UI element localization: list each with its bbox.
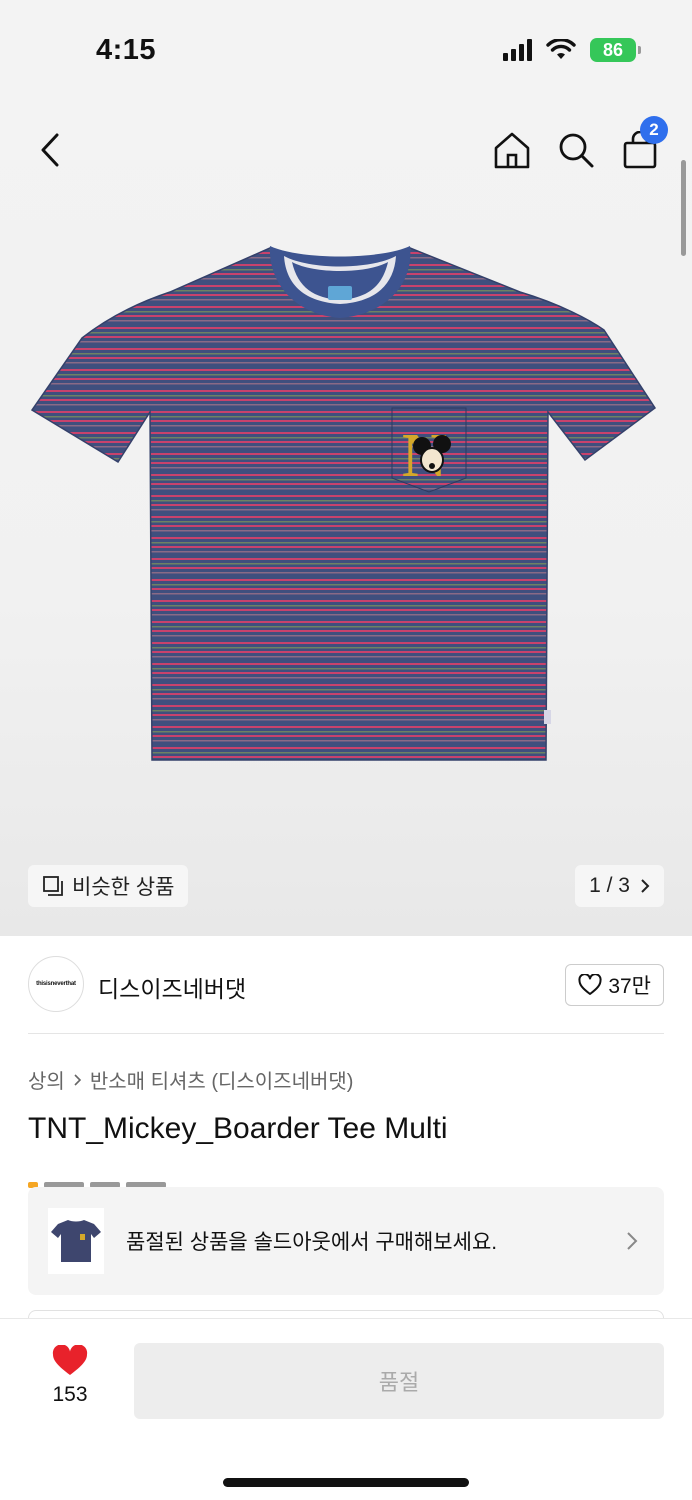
- status-time: 4:15: [96, 34, 157, 66]
- image-pager-button[interactable]: 1 / 3: [575, 865, 664, 907]
- chevron-right-icon: [627, 1232, 638, 1250]
- soldout-banner-text: 품절된 상품을 솔드아웃에서 구매해보세요.: [126, 1231, 498, 1254]
- breadcrumb: 상의 반소매 티셔츠 (디스이즈네버댓): [28, 1065, 353, 1094]
- wishlist-count: 153: [52, 1383, 88, 1406]
- signal-icon: [503, 39, 532, 61]
- bottom-action-bar: 153 품절: [0, 1318, 692, 1500]
- chevron-right-icon: [74, 1073, 81, 1086]
- product-title: TNT_Mickey_Boarder Tee Multi: [28, 1112, 448, 1145]
- soldout-button[interactable]: 품절: [134, 1343, 664, 1419]
- wishlist-button[interactable]: 153: [40, 1345, 100, 1407]
- image-pager-count: 1 / 3: [589, 874, 630, 897]
- soldout-thumbnail: [48, 1208, 104, 1274]
- similar-icon: [43, 876, 63, 896]
- brand-like-button[interactable]: 37만: [565, 964, 664, 1006]
- home-indicator: [223, 1478, 469, 1487]
- status-bar: 4:15 86: [0, 0, 692, 100]
- search-icon[interactable]: [556, 130, 596, 170]
- heart-filled-icon: [52, 1345, 88, 1375]
- wifi-icon: [546, 39, 576, 61]
- battery-level: 86: [602, 39, 624, 60]
- product-image: N: [30, 246, 657, 761]
- chevron-right-icon: [641, 879, 650, 893]
- similar-products-button[interactable]: 비슷한 상품: [28, 865, 189, 907]
- brand-row[interactable]: thisisneverthat 디스이즈네버댓 37만: [28, 936, 664, 1034]
- heart-outline-icon: [578, 974, 602, 995]
- breadcrumb-subcategory[interactable]: 반소매 티셔츠 (디스이즈네버댓): [90, 1065, 354, 1094]
- breadcrumb-category[interactable]: 상의: [28, 1065, 65, 1094]
- back-icon[interactable]: [36, 130, 64, 170]
- brand-name[interactable]: 디스이즈네버댓: [98, 970, 246, 1004]
- soldout-banner[interactable]: 품절된 상품을 솔드아웃에서 구매해보세요.: [28, 1187, 664, 1295]
- scroll-indicator: [681, 160, 686, 256]
- similar-products-label: 비슷한 상품: [72, 876, 175, 899]
- battery-icon: 86: [590, 38, 641, 62]
- cart-icon[interactable]: 2: [620, 116, 668, 170]
- brand-like-count: 37만: [608, 975, 651, 998]
- cart-count-badge: 2: [640, 116, 668, 144]
- status-icons: 86: [503, 38, 641, 62]
- product-gallery[interactable]: 2 N: [0, 100, 692, 936]
- brand-logo[interactable]: thisisneverthat: [28, 956, 84, 1012]
- home-icon[interactable]: [492, 130, 532, 170]
- brand-logo-text: thisisneverthat: [36, 981, 76, 987]
